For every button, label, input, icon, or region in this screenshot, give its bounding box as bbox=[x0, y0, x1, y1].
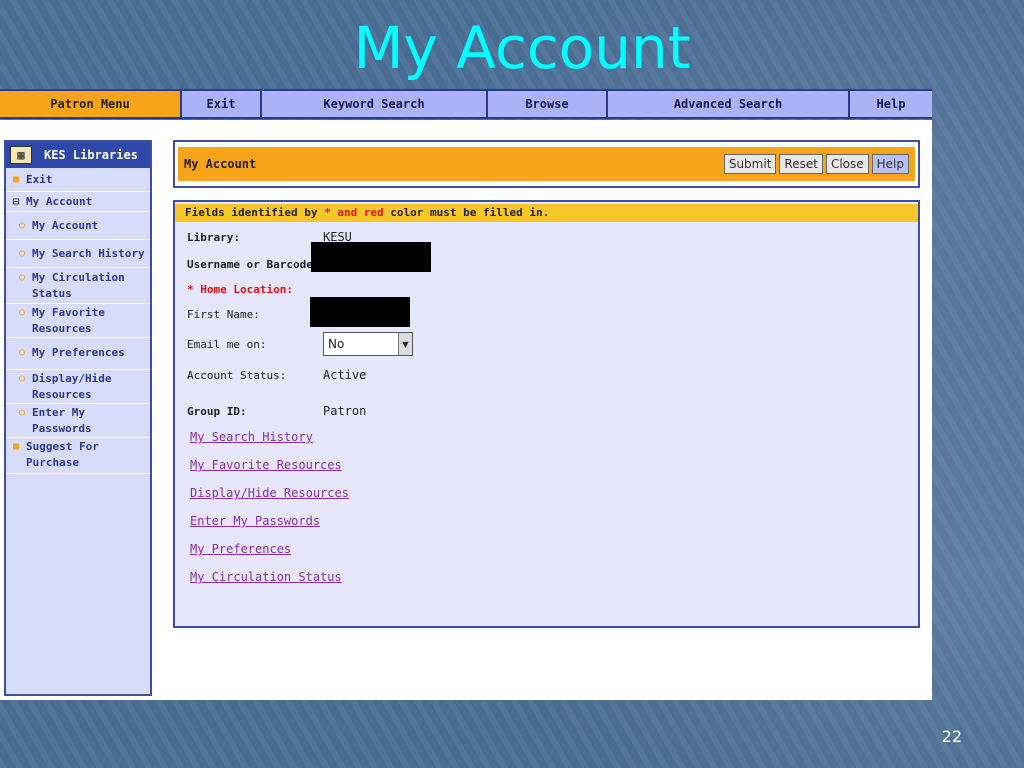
account-status-value: Active bbox=[323, 368, 367, 382]
redacted-first-name bbox=[310, 297, 410, 327]
account-form: Fields identified by * and red color mus… bbox=[173, 200, 920, 628]
sidebar-item-my-circulation-status[interactable]: ○ My Circulation Status bbox=[6, 268, 150, 304]
circle-bullet-icon: ○ bbox=[18, 373, 26, 384]
menu-browse[interactable]: Browse bbox=[488, 91, 608, 117]
group-id-row: Group ID: Patron bbox=[187, 404, 366, 418]
square-bullet-icon: ■ bbox=[12, 441, 20, 452]
group-id-value: Patron bbox=[323, 404, 367, 418]
library-label: Library: bbox=[187, 230, 240, 244]
sidebar-item-suggest-for-purchase[interactable]: ■ Suggest For Purchase bbox=[6, 438, 150, 474]
sidebar-item-my-account[interactable]: ○ My Account bbox=[6, 212, 150, 240]
sidebar: ▦ KES Libraries ■ Exit ⊟ My Account ○ My… bbox=[4, 140, 152, 696]
home-location-row: * Home Location: bbox=[187, 283, 323, 296]
home-location-label: * Home Location: bbox=[187, 283, 293, 296]
email-row: Email me on: No ▼ bbox=[187, 332, 413, 356]
menu-help[interactable]: Help bbox=[850, 91, 932, 117]
circle-bullet-icon: ○ bbox=[18, 248, 26, 259]
sidebar-item-my-account-group[interactable]: ⊟ My Account bbox=[6, 192, 150, 212]
account-status-row: Account Status: Active bbox=[187, 368, 366, 382]
sidebar-item-my-preferences[interactable]: ○ My Preferences bbox=[6, 338, 150, 370]
panel-title: My Account bbox=[184, 157, 257, 171]
sidebar-item-my-search-history[interactable]: ○ My Search History bbox=[6, 240, 150, 268]
top-menu-bar: Patron Menu Exit Keyword Search Browse A… bbox=[0, 89, 932, 119]
panel-buttons: Submit Reset Close Help bbox=[723, 154, 909, 174]
email-label: Email me on: bbox=[187, 337, 267, 351]
panel-title-bar: My Account Submit Reset Close Help bbox=[178, 147, 915, 181]
circle-bullet-icon: ○ bbox=[18, 347, 26, 358]
browser-page: ▦ KES Libraries ■ Exit ⊟ My Account ○ My… bbox=[0, 120, 932, 700]
circle-bullet-icon: ○ bbox=[18, 407, 26, 418]
sidebar-item-exit[interactable]: ■ Exit bbox=[6, 168, 150, 192]
reset-button[interactable]: Reset bbox=[779, 154, 823, 174]
square-bullet-icon: ■ bbox=[12, 174, 20, 185]
sidebar-item-display-hide-resources[interactable]: ○ Display/Hide Resources bbox=[6, 370, 150, 404]
account-status-label: Account Status: bbox=[187, 368, 287, 382]
username-label: Username or Barcode: bbox=[187, 258, 311, 271]
menu-patron-menu[interactable]: Patron Menu bbox=[0, 91, 182, 117]
email-select-value: No bbox=[328, 337, 345, 351]
link-my-favorite-resources[interactable]: My Favorite Resources bbox=[190, 458, 349, 486]
link-display-hide-resources[interactable]: Display/Hide Resources bbox=[190, 486, 349, 514]
sidebar-item-my-favorite-resources[interactable]: ○ My Favorite Resources bbox=[6, 304, 150, 338]
link-my-circulation-status[interactable]: My Circulation Status bbox=[190, 570, 349, 598]
required-fields-notice: Fields identified by * and red color mus… bbox=[175, 204, 918, 222]
slide-title: My Account bbox=[353, 14, 691, 82]
email-select[interactable]: No ▼ bbox=[323, 332, 413, 356]
link-my-search-history[interactable]: My Search History bbox=[190, 430, 349, 458]
dropdown-arrow-icon[interactable]: ▼ bbox=[398, 333, 412, 355]
circle-bullet-icon: ○ bbox=[18, 220, 26, 231]
book-icon: ▦ bbox=[10, 146, 32, 164]
first-name-row: First Name: bbox=[187, 308, 323, 321]
sidebar-header-label: KES Libraries bbox=[44, 148, 138, 162]
first-name-label: First Name: bbox=[187, 308, 260, 321]
username-row: Username or Barcode: bbox=[187, 258, 311, 271]
menu-exit[interactable]: Exit bbox=[182, 91, 262, 117]
link-enter-my-passwords[interactable]: Enter My Passwords bbox=[190, 514, 349, 542]
slide-number: 22 bbox=[941, 727, 962, 746]
circle-bullet-icon: ○ bbox=[18, 272, 26, 283]
circle-bullet-icon: ○ bbox=[18, 307, 26, 318]
help-button[interactable]: Help bbox=[871, 154, 909, 174]
menu-keyword-search[interactable]: Keyword Search bbox=[262, 91, 488, 117]
account-links: My Search History My Favorite Resources … bbox=[190, 430, 349, 598]
tree-minus-icon: ⊟ bbox=[12, 195, 20, 208]
submit-button[interactable]: Submit bbox=[723, 154, 777, 174]
close-button[interactable]: Close bbox=[825, 154, 869, 174]
sidebar-item-enter-my-passwords[interactable]: ○ Enter My Passwords bbox=[6, 404, 150, 438]
menu-advanced-search[interactable]: Advanced Search bbox=[608, 91, 850, 117]
account-header-panel: My Account Submit Reset Close Help bbox=[173, 140, 920, 188]
link-my-preferences[interactable]: My Preferences bbox=[190, 542, 349, 570]
redacted-username bbox=[311, 242, 431, 272]
sidebar-header: ▦ KES Libraries bbox=[6, 142, 150, 168]
group-id-label: Group ID: bbox=[187, 404, 247, 418]
